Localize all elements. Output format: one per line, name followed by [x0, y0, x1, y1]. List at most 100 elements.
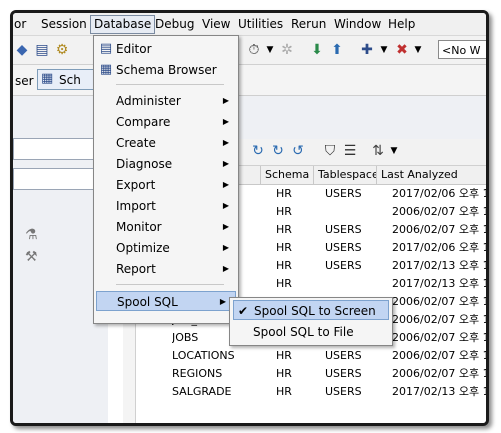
connect-icon[interactable]: ✚ [358, 41, 376, 59]
table-row[interactable]: REGIONS HR USERS 2006/02/07 오후 10: [108, 365, 486, 383]
menu-item-report[interactable]: Report ▶ [94, 259, 238, 279]
tab-schema-browser[interactable]: ▦ Sch [37, 69, 97, 90]
cell-tablespace [325, 275, 385, 293]
menu-item-label: Import [116, 199, 156, 213]
refresh-icon[interactable]: ↻ [249, 142, 267, 160]
cell-last-analyzed: 2006/02/07 오후 10: [392, 367, 486, 380]
table-row[interactable]: SALGRADE HR USERS 2017/02/13 오후 10: [108, 383, 486, 401]
cell-schema: HR [276, 385, 292, 398]
menu-item-label: Create [116, 136, 156, 150]
editor-icon: ▤ [99, 41, 113, 56]
disconnect-dropdown-icon[interactable]: ▼ [409, 41, 427, 59]
cell-last-analyzed: 2017/02/13 오후 10: [392, 277, 486, 290]
schema-browser-icon: ▦ [99, 62, 113, 77]
workspace-combo[interactable]: <No W [438, 40, 486, 59]
cell-table-name: SALGRADE [172, 385, 232, 398]
menu-separator [116, 84, 224, 85]
cell-last-analyzed: 2017/02/13 오후 10: [392, 385, 486, 398]
menu-view[interactable]: View [199, 16, 233, 33]
menu-item-compare[interactable]: Compare ▶ [94, 112, 238, 132]
menu-item-schema-browser[interactable]: ▦ Schema Browser [94, 60, 238, 80]
table-row[interactable]: LOCATIONS HR USERS 2006/02/07 오후 10: [108, 347, 486, 365]
schema-browser-icon: ▦ [41, 71, 54, 86]
app-window: or Session Database Debug View Utilities… [10, 10, 489, 426]
window-tab-bar: ser ▦ Sch [13, 65, 486, 96]
menu-item-label: Editor [116, 42, 152, 56]
cell-schema: HR [276, 223, 292, 236]
cell-schema: HR [276, 367, 292, 380]
diamond-icon[interactable]: ◆ [13, 41, 31, 59]
menu-window[interactable]: Window [331, 16, 384, 33]
cell-last-analyzed: 2006/02/07 오후 10: [392, 313, 486, 326]
cell-schema: HR [276, 259, 292, 272]
menu-item-spool-to-file[interactable]: Spool SQL to File [233, 322, 389, 342]
tree-icon[interactable]: ⚗ [25, 227, 38, 243]
tab-browser-partial[interactable]: ser [15, 74, 34, 88]
cell-schema: HR [276, 241, 292, 254]
cell-last-analyzed: 2006/02/07 오후 10: [392, 223, 486, 236]
bug-icon[interactable]: ✲ [278, 41, 296, 59]
menu-item-label: Report [116, 262, 156, 276]
menu-separator [116, 284, 224, 285]
menu-item-create[interactable]: Create ▶ [94, 133, 238, 153]
cell-tablespace: USERS [325, 187, 362, 200]
cell-schema: HR [276, 205, 292, 218]
menu-rerun[interactable]: Rerun [288, 16, 329, 33]
column-header-schema[interactable]: Schema [260, 166, 313, 184]
grid-toolbar: ↻ ↻ ↺ ⛉ ☰ ⇅ ▼ [239, 139, 486, 166]
menu-database[interactable]: Database [90, 15, 156, 34]
menu-utilities[interactable]: Utilities [235, 16, 286, 33]
menu-item-spool-to-screen[interactable]: ✔ Spool SQL to Screen [233, 300, 389, 320]
sort-dropdown-icon[interactable]: ▼ [385, 142, 403, 160]
cell-tablespace: USERS [325, 259, 362, 272]
submenu-arrow-icon: ▶ [222, 264, 229, 273]
cell-last-analyzed: 2017/02/06 오후 10: [392, 241, 486, 254]
upload-icon[interactable]: ⬆ [328, 41, 346, 59]
menu-item-monitor[interactable]: Monitor ▶ [94, 217, 238, 237]
menu-item-diagnose[interactable]: Diagnose ▶ [94, 154, 238, 174]
column-header-tablespace[interactable]: Tablespace [313, 166, 376, 184]
cell-last-analyzed: 2006/02/07 오후 10: [392, 295, 486, 308]
connect-dropdown-icon[interactable]: ▼ [375, 41, 393, 59]
menu-item-label: Schema Browser [116, 63, 217, 77]
menu-item-export[interactable]: Export ▶ [94, 175, 238, 195]
list-icon[interactable]: ☰ [341, 142, 359, 160]
menu-monitor-partial[interactable]: or [13, 16, 29, 33]
menu-item-label: Monitor [116, 220, 162, 234]
menu-session[interactable]: Session [38, 16, 90, 33]
menu-item-label: Spool SQL to Screen [254, 304, 376, 318]
editor-icon[interactable]: ▤ [33, 41, 51, 59]
menu-item-spool-sql[interactable]: Spool SQL ▶ [96, 291, 236, 311]
submenu-arrow-icon: ▶ [222, 96, 229, 105]
menu-item-label: Optimize [116, 241, 170, 255]
refresh-selected-icon[interactable]: ↺ [289, 142, 307, 160]
submenu-arrow-icon: ▶ [222, 117, 229, 126]
download-icon[interactable]: ⬇ [308, 41, 326, 59]
database-menu: ▤ Editor ▦ Schema Browser Administer ▶ C… [93, 35, 239, 324]
menu-item-optimize[interactable]: Optimize ▶ [94, 238, 238, 258]
cell-tablespace [325, 203, 385, 221]
menu-item-label: Spool SQL [117, 295, 178, 309]
settings-gear-icon[interactable]: ⚙ [53, 41, 71, 59]
hammer-icon[interactable]: ⚒ [25, 249, 38, 265]
menu-item-label: Spool SQL to File [253, 325, 354, 339]
menu-item-import[interactable]: Import ▶ [94, 196, 238, 216]
dropdown-arrow-icon[interactable]: ▼ [261, 41, 279, 59]
submenu-arrow-icon: ▶ [222, 138, 229, 147]
spool-sql-submenu: ✔ Spool SQL to Screen Spool SQL to File [229, 297, 393, 346]
main-toolbar: ◆ ▤ ⚙ ▫ ⏱ ▼ ✲ ⬇ ⬆ ✚ ▼ ✖ ▼ <No W [13, 36, 486, 65]
column-header-last-analyzed[interactable]: Last Analyzed [376, 166, 486, 184]
tab-schema-label: Sch [59, 73, 81, 87]
menu-debug[interactable]: Debug [152, 16, 197, 33]
filter-icon[interactable]: ⛉ [321, 142, 339, 160]
checkmark-icon: ✔ [238, 304, 249, 318]
refresh-all-icon[interactable]: ↻ [269, 142, 287, 160]
menu-item-administer[interactable]: Administer ▶ [94, 91, 238, 111]
cell-tablespace: USERS [325, 349, 362, 362]
cell-tablespace: USERS [325, 385, 362, 398]
menu-item-editor[interactable]: ▤ Editor [94, 39, 238, 59]
cell-last-analyzed: 2006/02/07 오후 10: [392, 205, 486, 218]
menu-help[interactable]: Help [385, 16, 418, 33]
cell-last-analyzed: 2006/02/07 오후 10: [392, 331, 486, 344]
menu-item-label: Compare [116, 115, 171, 129]
